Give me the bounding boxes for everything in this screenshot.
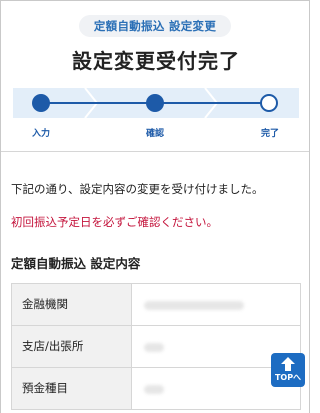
settings-table: 金融機関 支店/出張所 預金種目 [11, 283, 301, 410]
step-label-confirm: 確認 [146, 129, 165, 139]
page-title: 設定変更受付完了 [72, 49, 240, 73]
step-label-complete: 完了 [261, 129, 280, 139]
completion-message: 下記の通り、設定内容の変更を受け付けました。 [11, 182, 264, 196]
step-dot-confirm [146, 94, 164, 112]
arrow-up-icon [281, 357, 295, 371]
table-row-label: 預金種目 [12, 368, 132, 409]
first-transfer-notice: 初回振込予定日を必ずご確認ください。 [11, 215, 218, 229]
step-dot-input [32, 94, 50, 112]
table-row: 金融機関 [12, 284, 301, 326]
redacted-value [144, 385, 164, 394]
table-row-label: 金融機関 [12, 284, 132, 325]
page-frame: 定額自動振込 設定変更 設定変更受付完了 入力 確認 完了 下記の通り、設定内容… [0, 0, 310, 413]
table-row: 預金種目 [12, 368, 301, 410]
step-label-input: 入力 [32, 129, 51, 139]
settings-section-title: 定額自動振込 設定内容 [11, 256, 141, 271]
table-row-value [132, 284, 301, 325]
redacted-value [144, 343, 164, 352]
step-dot-complete [260, 94, 278, 112]
section-divider [1, 151, 309, 152]
service-badge: 定額自動振込 設定変更 [79, 15, 231, 37]
back-to-top-button[interactable]: TOPへ [271, 353, 305, 387]
step-connector [155, 102, 269, 104]
step-connector [41, 102, 155, 104]
back-to-top-label: TOPへ [274, 373, 302, 382]
table-row-label: 支店/出張所 [12, 326, 132, 367]
table-row: 支店/出張所 [12, 326, 301, 368]
redacted-value [144, 301, 244, 310]
